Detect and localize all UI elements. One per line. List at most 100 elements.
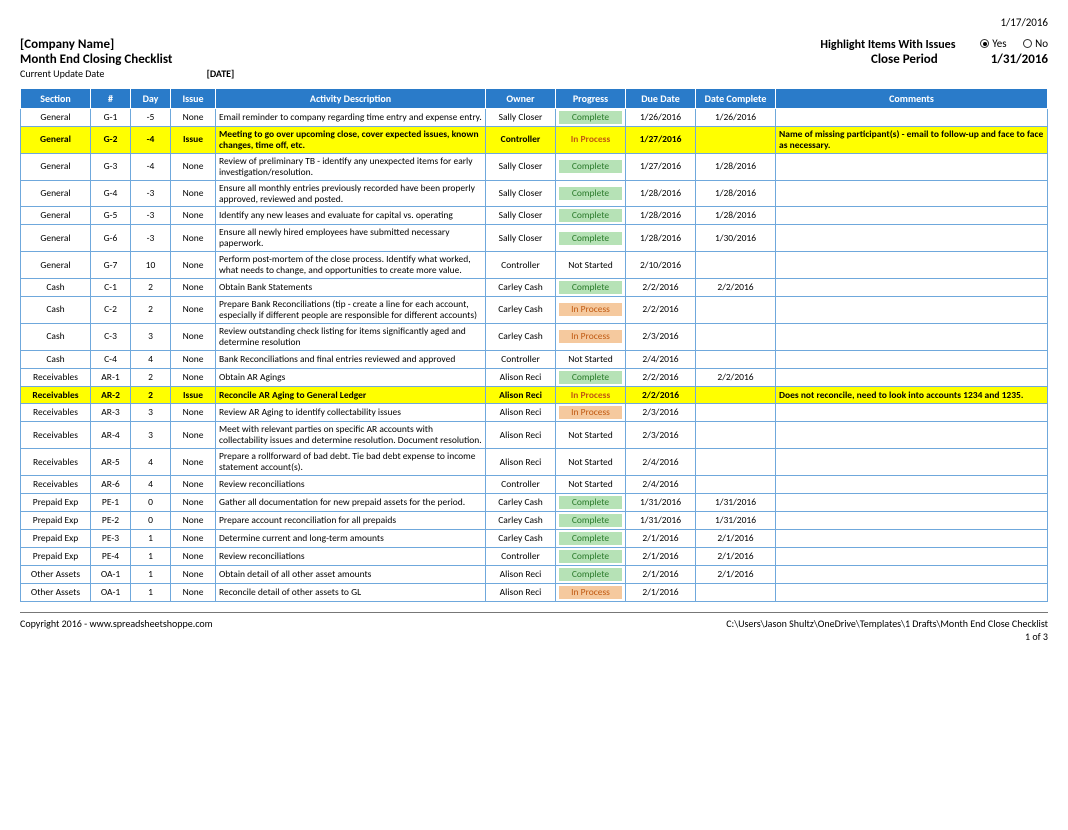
cell-num: G-6 <box>91 225 131 252</box>
radio-dot-icon <box>1023 39 1032 48</box>
cell-comments <box>776 404 1048 422</box>
cell-progress: Complete <box>556 225 626 252</box>
cell-day: -4 <box>131 153 171 180</box>
table-row: ReceivablesAR-12NoneObtain AR AgingsAlis… <box>21 368 1048 386</box>
radio-yes[interactable]: Yes <box>980 37 1006 50</box>
cell-progress: In Process <box>556 404 626 422</box>
cell-owner: Alison Reci <box>486 422 556 449</box>
cell-issue: None <box>171 180 216 207</box>
cell-due: 2/2/2016 <box>626 296 696 323</box>
header-row: Section # Day Issue Activity Description… <box>21 89 1048 109</box>
cell-num: OA-1 <box>91 583 131 601</box>
table-row: ReceivablesAR-33NoneReview AR Aging to i… <box>21 404 1048 422</box>
cell-section: Other Assets <box>21 565 91 583</box>
cell-num: AR-5 <box>91 449 131 476</box>
cell-date-complete <box>696 404 776 422</box>
cell-progress: Not Started <box>556 350 626 368</box>
cell-num: G-3 <box>91 153 131 180</box>
close-period-label: Close Period <box>871 52 938 67</box>
cell-date-complete <box>696 126 776 153</box>
cell-day: 2 <box>131 386 171 404</box>
close-period-value: 1/31/2016 <box>991 52 1048 67</box>
cell-day: 1 <box>131 529 171 547</box>
cell-section: Cash <box>21 279 91 297</box>
cell-activity: Identify any new leases and evaluate for… <box>216 207 486 225</box>
cell-issue: None <box>171 323 216 350</box>
cell-activity: Reconcile detail of other assets to GL <box>216 583 486 601</box>
cell-comments <box>776 109 1048 127</box>
cell-progress: Not Started <box>556 252 626 279</box>
cell-section: Prepaid Exp <box>21 493 91 511</box>
cell-owner: Carley Cash <box>486 511 556 529</box>
cell-progress: Not Started <box>556 476 626 494</box>
cell-activity: Gather all documentation for new prepaid… <box>216 493 486 511</box>
cell-comments <box>776 476 1048 494</box>
cell-comments <box>776 493 1048 511</box>
highlight-radio-group: Yes No <box>966 37 1048 51</box>
cell-comments <box>776 449 1048 476</box>
cell-section: Receivables <box>21 422 91 449</box>
cell-due: 1/28/2016 <box>626 225 696 252</box>
cell-num: C-2 <box>91 296 131 323</box>
cell-activity: Prepare Bank Reconciliations (tip - crea… <box>216 296 486 323</box>
cell-num: OA-1 <box>91 565 131 583</box>
cell-progress: In Process <box>556 386 626 404</box>
cell-owner: Carley Cash <box>486 493 556 511</box>
cell-date-complete: 2/1/2016 <box>696 547 776 565</box>
cell-comments <box>776 511 1048 529</box>
cell-activity: Bank Reconciliations and final entries r… <box>216 350 486 368</box>
cell-due: 1/31/2016 <box>626 493 696 511</box>
cell-issue: None <box>171 547 216 565</box>
cell-activity: Meet with relevant parties on specific A… <box>216 422 486 449</box>
cell-comments: Does not reconcile, need to look into ac… <box>776 386 1048 404</box>
cell-day: 3 <box>131 404 171 422</box>
cell-owner: Sally Closer <box>486 153 556 180</box>
cell-date-complete: 2/1/2016 <box>696 529 776 547</box>
footer-copyright: Copyright 2016 - www.spreadsheetshoppe.c… <box>20 617 213 643</box>
cell-num: G-4 <box>91 180 131 207</box>
cell-progress: Complete <box>556 547 626 565</box>
cell-day: 3 <box>131 422 171 449</box>
cell-issue: None <box>171 511 216 529</box>
cell-due: 2/3/2016 <box>626 422 696 449</box>
cell-date-complete: 2/2/2016 <box>696 279 776 297</box>
cell-section: General <box>21 180 91 207</box>
table-row: Prepaid ExpPE-41NoneReview reconciliatio… <box>21 547 1048 565</box>
cell-num: G-1 <box>91 109 131 127</box>
cell-progress: Complete <box>556 153 626 180</box>
cell-day: 1 <box>131 547 171 565</box>
cell-day: 2 <box>131 368 171 386</box>
cell-day: 4 <box>131 449 171 476</box>
cell-comments: Name of missing participant(s) - email t… <box>776 126 1048 153</box>
table-row: Other AssetsOA-11NoneReconcile detail of… <box>21 583 1048 601</box>
table-row: Prepaid ExpPE-31NoneDetermine current an… <box>21 529 1048 547</box>
footer-filepath: C:\Users\Jason Shultz\OneDrive\Templates… <box>726 617 1048 630</box>
cell-day: 3 <box>131 323 171 350</box>
cell-date-complete: 1/26/2016 <box>696 109 776 127</box>
col-date-complete: Date Complete <box>696 89 776 109</box>
cell-section: General <box>21 207 91 225</box>
table-row: ReceivablesAR-54NonePrepare a rollforwar… <box>21 449 1048 476</box>
cell-issue: None <box>171 493 216 511</box>
cell-date-complete <box>696 350 776 368</box>
cell-section: Other Assets <box>21 583 91 601</box>
cell-progress: Complete <box>556 511 626 529</box>
cell-issue: None <box>171 565 216 583</box>
cell-owner: Carley Cash <box>486 296 556 323</box>
cell-num: PE-2 <box>91 511 131 529</box>
cell-activity: Review reconciliations <box>216 476 486 494</box>
table-row: ReceivablesAR-22IssueReconcile AR Aging … <box>21 386 1048 404</box>
cell-comments <box>776 422 1048 449</box>
radio-no[interactable]: No <box>1023 37 1048 50</box>
cell-issue: None <box>171 225 216 252</box>
cell-date-complete: 2/1/2016 <box>696 565 776 583</box>
company-name: [Company Name] <box>20 37 234 52</box>
cell-section: General <box>21 153 91 180</box>
cell-due: 2/2/2016 <box>626 279 696 297</box>
cell-section: Receivables <box>21 449 91 476</box>
table-row: CashC-22NonePrepare Bank Reconciliations… <box>21 296 1048 323</box>
cell-section: Receivables <box>21 386 91 404</box>
cell-owner: Controller <box>486 476 556 494</box>
cell-activity: Obtain AR Agings <box>216 368 486 386</box>
cell-due: 2/4/2016 <box>626 350 696 368</box>
